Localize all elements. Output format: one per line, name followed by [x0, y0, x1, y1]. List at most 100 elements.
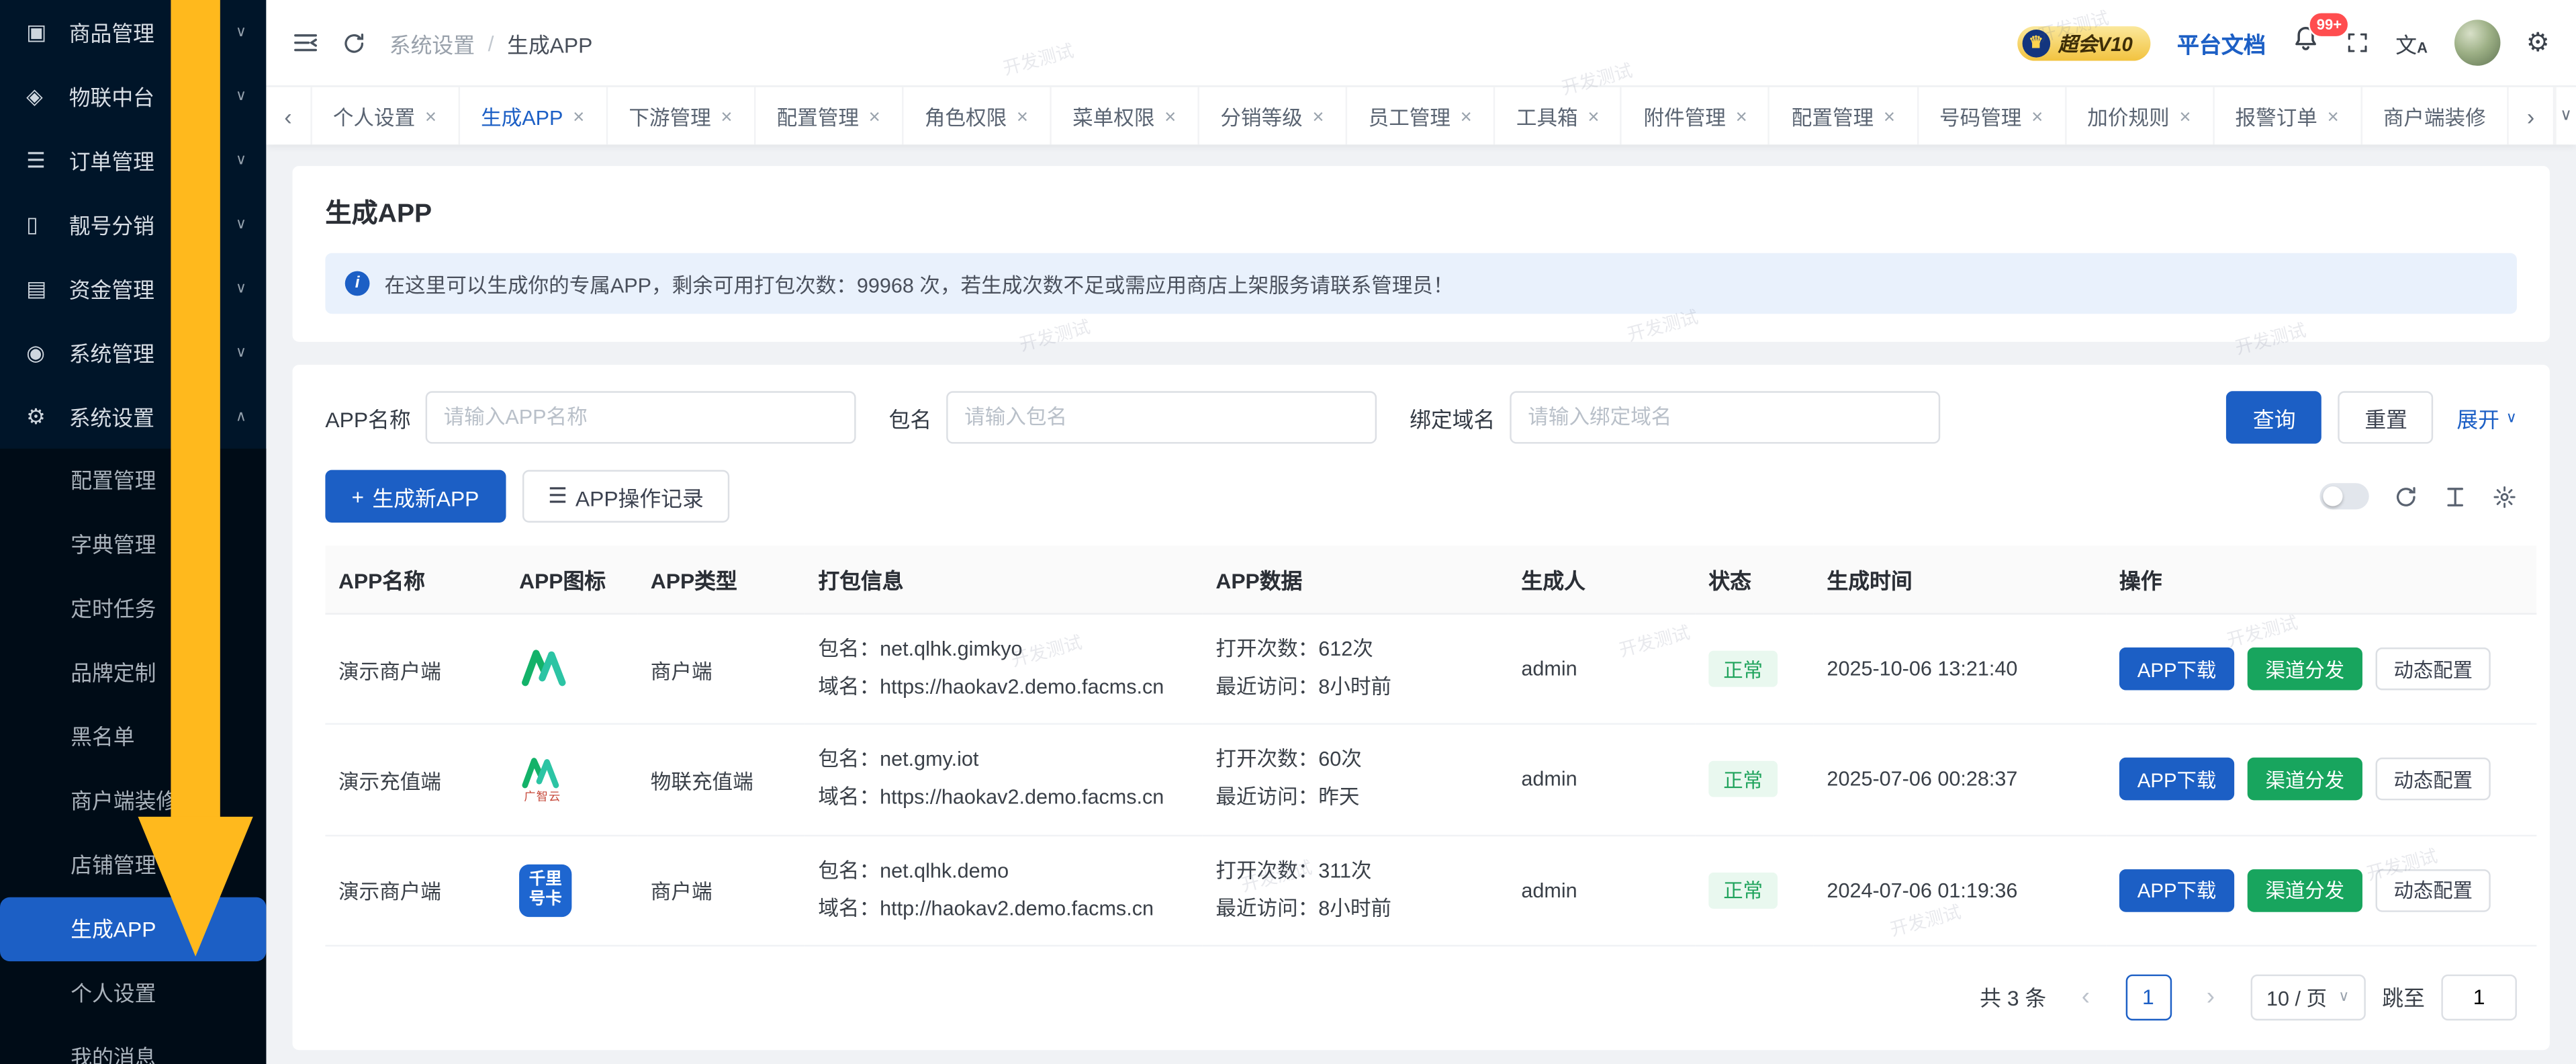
package-input[interactable]: [946, 391, 1377, 443]
tab-downstream-mgmt[interactable]: 下游管理×: [608, 87, 755, 145]
jump-to-input[interactable]: [2441, 974, 2517, 1020]
system-icon: ◉: [26, 339, 57, 365]
breadcrumb-root[interactable]: 系统设置: [389, 27, 475, 58]
create-app-button[interactable]: +生成新APP: [325, 470, 505, 523]
close-icon[interactable]: ×: [425, 104, 436, 127]
tab-label: 加价规则: [2087, 100, 2169, 131]
tab-markup-rules[interactable]: 加价规则 ×: [2066, 87, 2214, 145]
tab-config-mgmt-2[interactable]: 配置管理 ×: [1770, 87, 1918, 145]
sidebar-subitem-brand-custom[interactable]: 品牌定制: [0, 641, 266, 705]
app-download-button[interactable]: APP下载: [2119, 648, 2234, 691]
search-form: APP名称 包名 绑定域名 查询 重置 展开∨: [325, 391, 2517, 443]
app-name-input[interactable]: [426, 391, 856, 443]
sidebar-subitem-cron-tasks[interactable]: 定时任务: [0, 577, 266, 641]
close-icon[interactable]: ×: [2179, 104, 2191, 127]
close-icon[interactable]: ×: [1736, 104, 1747, 127]
platform-docs-link[interactable]: 平台文档: [2177, 26, 2266, 59]
app-records-button[interactable]: ☰APP操作记录: [522, 470, 730, 523]
tab-generate-app[interactable]: 生成APP×: [459, 87, 607, 145]
sidebar-item-goods[interactable]: ▣ 商品管理 ∨: [0, 0, 266, 64]
dynamic-config-button[interactable]: 动态配置: [2376, 648, 2491, 691]
sidebar-subitem-merchant-decor[interactable]: 商户端装修: [0, 769, 266, 833]
prev-page-icon[interactable]: ‹: [2063, 974, 2109, 1020]
channel-distribute-button[interactable]: 渠道分发: [2248, 648, 2362, 691]
tab-role-perms[interactable]: 角色权限×: [903, 87, 1051, 145]
close-icon[interactable]: ×: [1884, 104, 1895, 127]
close-icon[interactable]: ×: [2031, 104, 2043, 127]
stripe-toggle[interactable]: [2319, 483, 2368, 509]
order-list-icon: ☰: [26, 147, 57, 173]
refresh-icon[interactable]: [342, 30, 367, 55]
table-card: APP名称 包名 绑定域名 查询 重置 展开∨ +生成新APP ☰APP操作记录: [292, 365, 2549, 1050]
sidebar-subitem-personal-settings[interactable]: 个人设置: [0, 961, 266, 1025]
tab-number-mgmt[interactable]: 号码管理×: [1918, 87, 2066, 145]
sidebar-item-iot[interactable]: ◈ 物联中台 ∨: [0, 64, 266, 128]
reset-button[interactable]: 重置: [2338, 391, 2434, 443]
sidebar-subitem-blacklist[interactable]: 黑名单: [0, 705, 266, 769]
tab-merchant-decor[interactable]: 商户端装修: [2362, 87, 2509, 145]
avatar[interactable]: [2454, 19, 2500, 66]
open-count: 打开次数：60次: [1215, 742, 1495, 780]
tab-toolbox[interactable]: 工具箱 ×: [1495, 87, 1622, 145]
app-download-button[interactable]: APP下载: [2119, 758, 2234, 801]
tab-attachment-mgmt[interactable]: 附件管理×: [1622, 87, 1770, 145]
sidebar-subitem-my-messages[interactable]: 我的消息: [0, 1026, 266, 1064]
tab-distribution-levels[interactable]: 分销等级×: [1199, 87, 1347, 145]
query-button[interactable]: 查询: [2227, 391, 2322, 443]
channel-distribute-button[interactable]: 渠道分发: [2248, 869, 2362, 912]
domain-input[interactable]: [1510, 391, 1940, 443]
close-icon[interactable]: ×: [1017, 104, 1028, 127]
sidebar-item-settings[interactable]: ⚙ 系统设置 ∧: [0, 384, 266, 448]
sidebar-item-orders[interactable]: ☰ 订单管理 ∨: [0, 128, 266, 192]
close-icon[interactable]: ×: [1461, 104, 1472, 127]
refresh-table-icon[interactable]: [2393, 484, 2418, 508]
green-m-logo-icon: [519, 755, 562, 791]
tab-personal-settings[interactable]: 个人设置×: [312, 87, 459, 145]
expand-link[interactable]: 展开∨: [2456, 402, 2517, 433]
page-size-select[interactable]: 10 / 页∨: [2250, 974, 2366, 1020]
page-content: 生成APP i 在这里可以生成你的专属APP，剩余可用打包次数：99968 次，…: [266, 144, 2576, 1064]
tab-staff-mgmt[interactable]: 员工管理×: [1347, 87, 1495, 145]
sidebar-item-numbers[interactable]: ▯ 靓号分销 ∨: [0, 192, 266, 256]
close-icon[interactable]: ×: [2328, 104, 2339, 127]
tab-menu-perms[interactable]: 菜单权限×: [1051, 87, 1199, 145]
density-icon[interactable]: [2443, 484, 2468, 508]
dynamic-config-button[interactable]: 动态配置: [2376, 758, 2491, 801]
tab-label: 配置管理: [1792, 100, 1874, 131]
close-icon[interactable]: ×: [573, 104, 584, 127]
sidebar-item-funds[interactable]: ▤ 资金管理 ∨: [0, 257, 266, 320]
tab-alarm-orders[interactable]: 报警订单 ×: [2214, 87, 2362, 145]
next-page-icon[interactable]: ›: [2188, 974, 2234, 1020]
vip-badge[interactable]: ♛ 超会V10: [2017, 26, 2151, 60]
tab-config-mgmt[interactable]: 配置管理×: [755, 87, 903, 145]
channel-distribute-button[interactable]: 渠道分发: [2248, 758, 2362, 801]
close-icon[interactable]: ×: [1164, 104, 1176, 127]
tabs-scroll-right-icon[interactable]: ›: [2509, 87, 2555, 145]
tabs-dropdown-icon[interactable]: ∨: [2555, 87, 2576, 145]
sidebar-subitem-shop-mgmt[interactable]: 店铺管理: [0, 833, 266, 897]
notification-bell[interactable]: 99+: [2292, 25, 2320, 61]
col-header-operations: 操作: [2106, 545, 2536, 614]
tab-label: 报警订单: [2236, 100, 2317, 131]
topbar: 系统设置 / 生成APP ♛ 超会V10 平台文档 99+ 文A: [266, 0, 2576, 85]
translate-icon[interactable]: 文A: [2395, 27, 2428, 58]
close-icon[interactable]: ×: [1588, 104, 1599, 127]
close-icon[interactable]: ×: [721, 104, 732, 127]
sidebar-subitem-generate-app[interactable]: 生成APP: [0, 897, 266, 961]
tab-label: 工具箱: [1516, 100, 1578, 131]
tabs-scroll-left-icon[interactable]: ‹: [266, 87, 312, 145]
app-download-button[interactable]: APP下载: [2119, 869, 2234, 912]
col-header-creator: 生成人: [1508, 545, 1696, 614]
close-icon[interactable]: ×: [1312, 104, 1324, 127]
sidebar-item-system[interactable]: ◉ 系统管理 ∨: [0, 320, 266, 384]
collapse-sidebar-icon[interactable]: [292, 30, 318, 56]
page-number-1[interactable]: 1: [2125, 974, 2172, 1020]
fullscreen-icon[interactable]: [2346, 31, 2369, 54]
gear-icon[interactable]: ⚙: [2526, 26, 2550, 59]
dynamic-config-button[interactable]: 动态配置: [2376, 869, 2491, 912]
sidebar-subitem-config-mgmt[interactable]: 配置管理: [0, 449, 266, 513]
cell-app-data: 打开次数：311次 最近访问：8小时前: [1203, 835, 1508, 946]
column-settings-icon[interactable]: [2492, 484, 2517, 508]
sidebar-subitem-dict-mgmt[interactable]: 字典管理: [0, 513, 266, 576]
close-icon[interactable]: ×: [869, 104, 880, 127]
